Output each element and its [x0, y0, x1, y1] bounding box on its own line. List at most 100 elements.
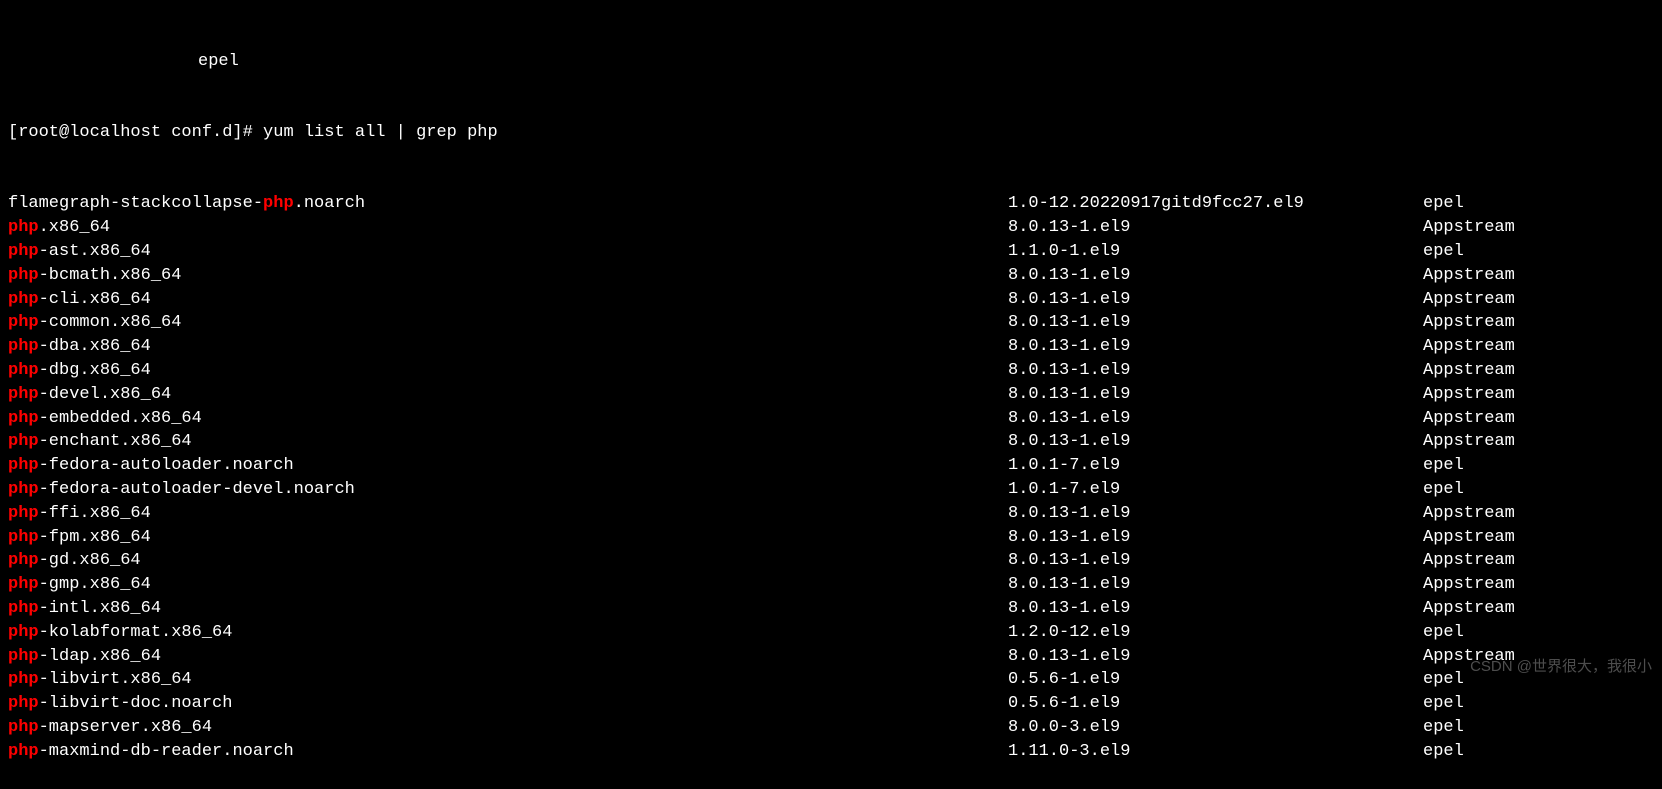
package-row: php-cli.x86_648.0.13-1.el9Appstream — [8, 288, 1654, 312]
package-version: 8.0.13-1.el9 — [1008, 383, 1423, 407]
package-row: php-embedded.x86_648.0.13-1.el9Appstream — [8, 407, 1654, 431]
package-row: php-enchant.x86_648.0.13-1.el9Appstream — [8, 430, 1654, 454]
package-repo: Appstream — [1423, 264, 1515, 288]
package-repo: Appstream — [1423, 573, 1515, 597]
package-repo: Appstream — [1423, 502, 1515, 526]
package-row: php-libvirt.x86_640.5.6-1.el9epel — [8, 668, 1654, 692]
grep-match: php — [8, 361, 39, 380]
package-repo: Appstream — [1423, 288, 1515, 312]
package-name: php-libvirt-doc.noarch — [8, 692, 1008, 716]
package-row: php-mapserver.x86_648.0.0-3.el9epel — [8, 716, 1654, 740]
package-repo: Appstream — [1423, 335, 1515, 359]
grep-match: php — [8, 551, 39, 570]
package-version: 8.0.13-1.el9 — [1008, 311, 1423, 335]
package-version: 8.0.13-1.el9 — [1008, 407, 1423, 431]
grep-match: php — [8, 337, 39, 356]
package-repo: Appstream — [1423, 359, 1515, 383]
package-name: flamegraph-stackcollapse-php.noarch — [8, 192, 1008, 216]
package-row: php-fpm.x86_648.0.13-1.el9Appstream — [8, 526, 1654, 550]
package-version: 0.5.6-1.el9 — [1008, 668, 1423, 692]
package-name: php-dba.x86_64 — [8, 335, 1008, 359]
grep-match: php — [8, 670, 39, 689]
grep-match: php — [8, 599, 39, 618]
shell-command: yum list all | grep php — [263, 123, 498, 142]
package-repo: epel — [1423, 716, 1464, 740]
watermark: CSDN @世界很大，我很小 — [1470, 656, 1652, 677]
package-repo: epel — [1423, 668, 1464, 692]
package-name: php-gd.x86_64 — [8, 549, 1008, 573]
grep-match: php — [8, 694, 39, 713]
package-version: 8.0.13-1.el9 — [1008, 502, 1423, 526]
package-version: 8.0.13-1.el9 — [1008, 216, 1423, 240]
grep-match: php — [8, 456, 39, 475]
package-name: php-maxmind-db-reader.noarch — [8, 740, 1008, 764]
package-name: php-ldap.x86_64 — [8, 645, 1008, 669]
package-name: php-fpm.x86_64 — [8, 526, 1008, 550]
package-name: php-kolabformat.x86_64 — [8, 621, 1008, 645]
package-row: php-gmp.x86_648.0.13-1.el9Appstream — [8, 573, 1654, 597]
package-name: php-intl.x86_64 — [8, 597, 1008, 621]
package-row: php-kolabformat.x86_641.2.0-12.el9epel — [8, 621, 1654, 645]
package-row: php-fedora-autoloader.noarch1.0.1-7.el9e… — [8, 454, 1654, 478]
package-name: php-common.x86_64 — [8, 311, 1008, 335]
package-repo: Appstream — [1423, 216, 1515, 240]
package-repo: Appstream — [1423, 430, 1515, 454]
package-row: php.x86_648.0.13-1.el9Appstream — [8, 216, 1654, 240]
terminal-output[interactable]: epel [root@localhost conf.d]# yum list a… — [0, 0, 1662, 789]
package-repo: epel — [1423, 692, 1464, 716]
package-repo: epel — [1423, 621, 1464, 645]
package-version: 8.0.13-1.el9 — [1008, 359, 1423, 383]
package-name: php-devel.x86_64 — [8, 383, 1008, 407]
grep-match: php — [8, 432, 39, 451]
header-repo-line: epel — [8, 50, 1654, 74]
package-name: php-bcmath.x86_64 — [8, 264, 1008, 288]
package-name: php-libvirt.x86_64 — [8, 668, 1008, 692]
package-row: php-libvirt-doc.noarch0.5.6-1.el9epel — [8, 692, 1654, 716]
package-version: 1.0-12.20220917gitd9fcc27.el9 — [1008, 192, 1423, 216]
package-version: 0.5.6-1.el9 — [1008, 692, 1423, 716]
grep-match: php — [8, 266, 39, 285]
package-version: 8.0.13-1.el9 — [1008, 430, 1423, 454]
package-row: php-intl.x86_648.0.13-1.el9Appstream — [8, 597, 1654, 621]
prompt-line: [root@localhost conf.d]# yum list all | … — [8, 121, 1654, 145]
package-version: 1.1.0-1.el9 — [1008, 240, 1423, 264]
package-repo: epel — [1423, 192, 1464, 216]
package-name: php-embedded.x86_64 — [8, 407, 1008, 431]
package-row: php-dba.x86_648.0.13-1.el9Appstream — [8, 335, 1654, 359]
package-version: 8.0.13-1.el9 — [1008, 549, 1423, 573]
grep-match: php — [8, 742, 39, 761]
grep-match: php — [8, 504, 39, 523]
package-version: 8.0.0-3.el9 — [1008, 716, 1423, 740]
grep-match: php — [8, 290, 39, 309]
grep-match: php — [8, 575, 39, 594]
package-name: php-dbg.x86_64 — [8, 359, 1008, 383]
package-name: php-cli.x86_64 — [8, 288, 1008, 312]
package-version: 8.0.13-1.el9 — [1008, 645, 1423, 669]
package-name: php-enchant.x86_64 — [8, 430, 1008, 454]
grep-match: php — [8, 218, 39, 237]
package-version: 8.0.13-1.el9 — [1008, 597, 1423, 621]
grep-match: php — [8, 528, 39, 547]
package-name: php-fedora-autoloader-devel.noarch — [8, 478, 1008, 502]
package-repo: epel — [1423, 240, 1464, 264]
package-row: php-dbg.x86_648.0.13-1.el9Appstream — [8, 359, 1654, 383]
package-repo: epel — [1423, 454, 1464, 478]
package-version: 1.0.1-7.el9 — [1008, 454, 1423, 478]
package-row: flamegraph-stackcollapse-php.noarch1.0-1… — [8, 192, 1654, 216]
package-row: php-ldap.x86_648.0.13-1.el9Appstream — [8, 645, 1654, 669]
package-row: php-devel.x86_648.0.13-1.el9Appstream — [8, 383, 1654, 407]
grep-match: php — [8, 242, 39, 261]
package-version: 1.2.0-12.el9 — [1008, 621, 1423, 645]
package-name: php-ffi.x86_64 — [8, 502, 1008, 526]
package-row: php-fedora-autoloader-devel.noarch1.0.1-… — [8, 478, 1654, 502]
package-row: php-bcmath.x86_648.0.13-1.el9Appstream — [8, 264, 1654, 288]
grep-match: php — [8, 718, 39, 737]
package-repo: epel — [1423, 740, 1464, 764]
package-version: 8.0.13-1.el9 — [1008, 288, 1423, 312]
package-row: php-common.x86_648.0.13-1.el9Appstream — [8, 311, 1654, 335]
grep-match: php — [8, 480, 39, 499]
grep-match: php — [8, 385, 39, 404]
package-name: php-mapserver.x86_64 — [8, 716, 1008, 740]
package-repo: Appstream — [1423, 407, 1515, 431]
grep-match: php — [8, 409, 39, 428]
